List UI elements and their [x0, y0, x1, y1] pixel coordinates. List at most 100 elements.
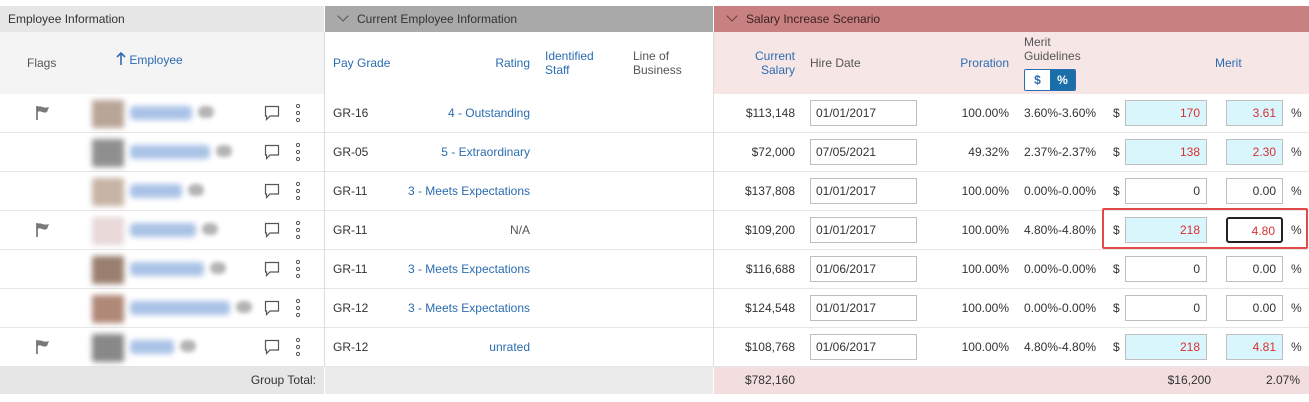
column-header-current-salary[interactable]: Current Salary [740, 49, 795, 77]
employee-badge [216, 145, 232, 157]
employee-name-link[interactable] [130, 106, 192, 120]
pay-grade: GR-11 [333, 223, 368, 237]
current-salary: $116,688 [745, 262, 795, 276]
table-row: GR-11 3 - Meets Expectations $137,808 01/01… [0, 172, 1309, 211]
proration: 100.00% [961, 262, 1009, 276]
merit-percent-input[interactable]: 0.00 [1226, 295, 1283, 321]
avatar [92, 334, 124, 362]
current-salary: $108,768 [744, 340, 795, 354]
column-header-identified-staff[interactable]: Identified Staff [545, 49, 605, 77]
hire-date-input[interactable]: 01/01/2017 [810, 178, 917, 204]
hire-date-input[interactable]: 01/06/2017 [810, 334, 917, 360]
comment-icon[interactable] [264, 105, 280, 121]
more-options-icon[interactable] [293, 220, 303, 240]
pay-grade: GR-12 [333, 301, 369, 315]
merit-percent-input[interactable]: 4.81 [1226, 334, 1283, 360]
comment-icon[interactable] [264, 222, 280, 238]
employee-name-link[interactable] [130, 262, 204, 276]
employee-name-link[interactable] [130, 301, 230, 315]
column-header-proration[interactable]: Proration [940, 56, 1009, 70]
employee-badge [236, 301, 252, 313]
avatar [92, 217, 124, 245]
hire-date-input[interactable]: 01/01/2017 [810, 295, 917, 321]
group-current-employee-information[interactable]: Current Employee Information [325, 6, 714, 32]
current-salary: $124,548 [744, 301, 795, 315]
column-header-pay-grade[interactable]: Pay Grade [333, 56, 390, 70]
more-options-icon[interactable] [293, 181, 303, 201]
toggle-percent-button[interactable]: % [1050, 70, 1075, 90]
toggle-dollar-button[interactable]: $ [1025, 70, 1050, 90]
employee-name-link[interactable] [130, 145, 210, 159]
column-divider [324, 289, 325, 328]
compensation-worksheet: Employee Information Current Employee In… [0, 0, 1309, 402]
merit-percent-input[interactable]: 2.30 [1226, 139, 1283, 165]
merit-guidelines: 0.00%-0.00% [1024, 184, 1097, 198]
merit-percent-input[interactable]: 0.00 [1226, 256, 1283, 282]
group-salary-increase-scenario[interactable]: Salary Increase Scenario [714, 6, 1309, 32]
employee-badge [198, 106, 214, 118]
merit-amount-input[interactable]: 0 [1125, 178, 1207, 204]
chevron-down-icon[interactable] [726, 10, 738, 22]
rating[interactable]: 5 - Extraordinary [380, 133, 530, 172]
column-header-employee[interactable]: Employee [116, 51, 183, 67]
comment-icon[interactable] [264, 183, 280, 199]
pay-grade: GR-12 [333, 340, 369, 354]
group-current-info-label: Current Employee Information [357, 12, 518, 26]
current-salary: $137,808 [744, 184, 795, 198]
hire-date-input[interactable]: 07/05/2021 [810, 139, 917, 165]
column-divider [324, 133, 325, 172]
rating[interactable]: 3 - Meets Expectations [380, 172, 530, 211]
merit-percent-input[interactable]: 4.80 [1226, 217, 1283, 243]
current-salary: $109,200 [744, 223, 795, 237]
group-total-salary: $782,160 [744, 373, 795, 387]
more-options-icon[interactable] [293, 298, 303, 318]
avatar [92, 139, 124, 167]
avatar [92, 295, 124, 323]
comment-icon[interactable] [264, 300, 280, 316]
employee-name-link[interactable] [130, 223, 196, 237]
comment-icon[interactable] [264, 339, 280, 355]
current-salary: $113,148 [745, 106, 795, 120]
amount-percent-toggle[interactable]: $ % [1024, 69, 1076, 91]
hire-date-input[interactable]: 01/01/2017 [810, 100, 917, 126]
rating[interactable]: 3 - Meets Expectations [380, 250, 530, 289]
merit-amount-input[interactable]: 138 [1125, 139, 1207, 165]
rating[interactable]: 4 - Outstanding [380, 94, 530, 133]
column-header-merit[interactable]: Merit [1215, 56, 1242, 70]
flag-icon[interactable] [34, 339, 52, 355]
merit-amount-input[interactable]: 0 [1125, 256, 1207, 282]
merit-amount-input[interactable]: 170 [1125, 100, 1207, 126]
hire-date-input[interactable]: 01/01/2017 [810, 217, 917, 243]
chevron-down-icon[interactable] [337, 10, 349, 22]
more-options-icon[interactable] [293, 142, 303, 162]
avatar [92, 256, 124, 284]
column-header-rating[interactable]: Rating [440, 56, 530, 70]
percent-symbol: % [1291, 106, 1302, 120]
avatar [92, 100, 124, 128]
rating[interactable]: 3 - Meets Expectations [380, 289, 530, 328]
employee-rows: GR-16 4 - Outstanding $113,148 01/01/2017 10… [0, 94, 1309, 367]
comment-icon[interactable] [264, 144, 280, 160]
current-salary: $72,000 [751, 145, 795, 159]
merit-percent-input[interactable]: 0.00 [1226, 178, 1283, 204]
group-total-row: Group Total: $782,160 $16,200 2.07% [0, 367, 1309, 394]
flag-icon[interactable] [34, 222, 52, 238]
comment-icon[interactable] [264, 261, 280, 277]
merit-amount-input[interactable]: 0 [1125, 295, 1207, 321]
pay-grade: GR-11 [333, 262, 368, 276]
employee-badge [180, 340, 196, 352]
rating[interactable]: unrated [380, 328, 530, 367]
merit-percent-input[interactable]: 3.61 [1226, 100, 1283, 126]
more-options-icon[interactable] [293, 103, 303, 123]
merit-amount-input[interactable]: 218 [1125, 217, 1207, 243]
employee-name-link[interactable] [130, 340, 174, 354]
percent-symbol: % [1291, 301, 1302, 315]
hire-date-input[interactable]: 01/06/2017 [810, 256, 917, 282]
more-options-icon[interactable] [293, 337, 303, 357]
group-total-merit-amount: $16,200 [1167, 373, 1211, 387]
more-options-icon[interactable] [293, 259, 303, 279]
merit-amount-input[interactable]: 218 [1125, 334, 1207, 360]
table-row: GR-16 4 - Outstanding $113,148 01/01/2017 10… [0, 94, 1309, 133]
employee-name-link[interactable] [130, 184, 182, 198]
flag-icon[interactable] [34, 105, 52, 121]
